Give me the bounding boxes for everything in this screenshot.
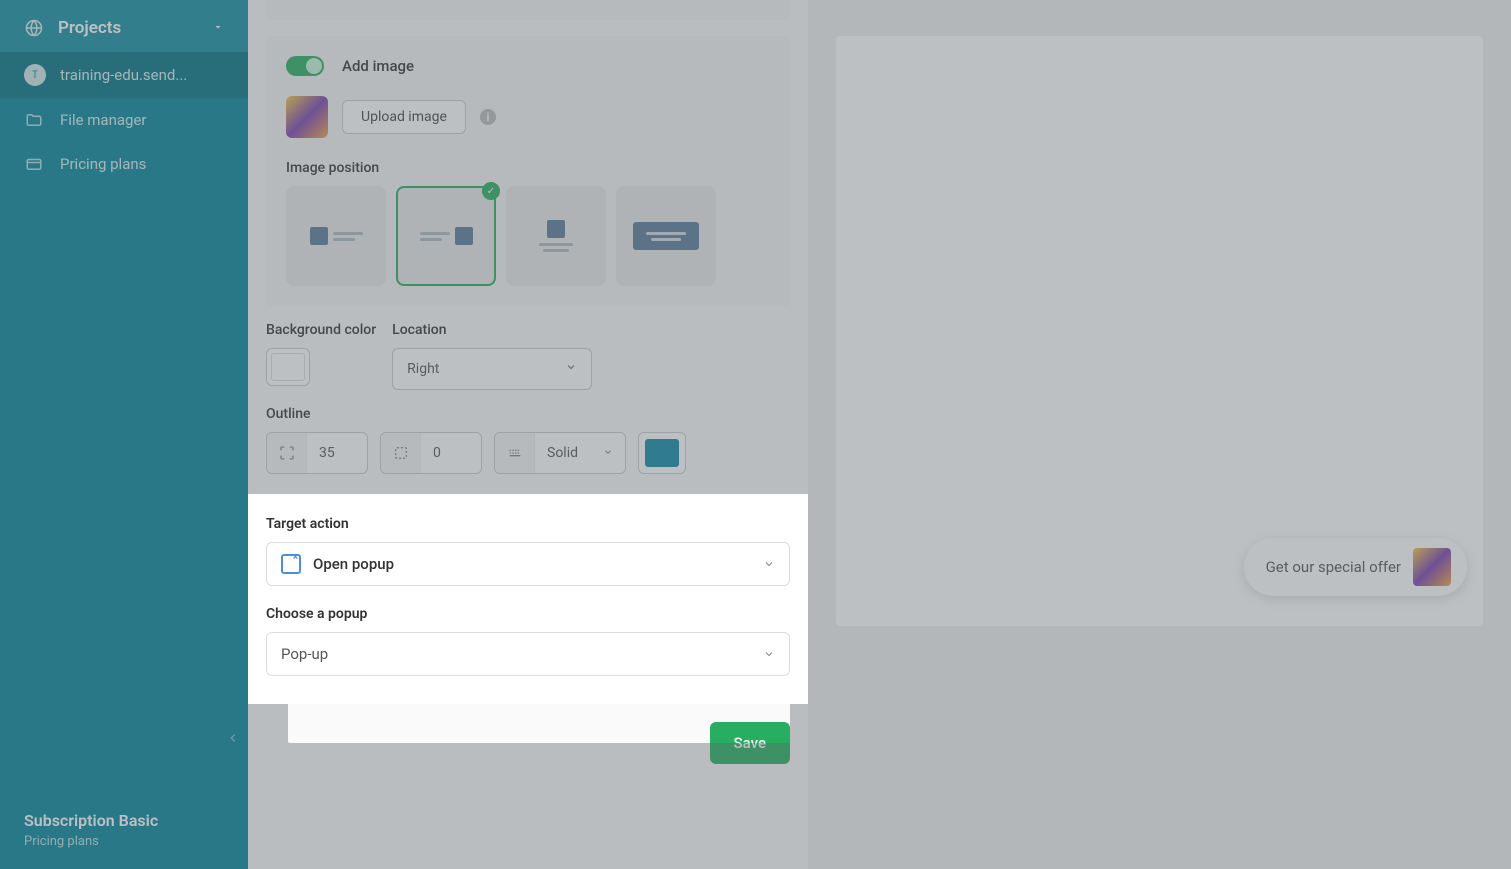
floating-offer-button[interactable]: Get our special offer: [1244, 538, 1467, 596]
target-action-section: Target action Open popup Choose a popup …: [248, 494, 808, 704]
pricing-label: Pricing plans: [60, 155, 146, 173]
bg-color-picker[interactable]: [266, 348, 310, 386]
main: Add image Upload image i Image position: [248, 0, 1511, 869]
sidebar-item-file-manager[interactable]: File manager: [0, 98, 248, 142]
target-action-value: Open popup: [313, 555, 394, 573]
check-icon: ✓: [482, 182, 500, 200]
avatar: T: [24, 64, 46, 86]
bg-color-label: Background color: [266, 322, 376, 338]
border-style-select[interactable]: Solid: [494, 432, 626, 474]
account-label: training-edu.send...: [60, 66, 187, 84]
float-text: Get our special offer: [1266, 558, 1401, 576]
position-label: Image position: [286, 160, 770, 176]
file-manager-label: File manager: [60, 111, 146, 129]
chevron-down-icon: [565, 361, 577, 377]
outline-color-swatch: [645, 439, 679, 467]
sidebar-plan[interactable]: Subscription Basic Pricing plans: [0, 793, 248, 869]
add-image-label: Add image: [342, 57, 414, 75]
radius-value: 35: [307, 433, 367, 473]
width-value: 0: [421, 433, 481, 473]
collapse-sidebar-button[interactable]: [226, 730, 240, 749]
sidebar-item-pricing[interactable]: Pricing plans: [0, 142, 248, 186]
position-option-center[interactable]: [506, 186, 606, 286]
preview-canvas: Get our special offer: [836, 36, 1483, 626]
plan-link: Pricing plans: [24, 834, 224, 849]
sidebar-account-item[interactable]: T training-edu.send...: [0, 52, 248, 98]
chevron-down-icon: [763, 645, 775, 664]
add-image-toggle[interactable]: [286, 56, 324, 76]
choose-popup-value: Pop-up: [281, 645, 328, 663]
target-action-select[interactable]: Open popup: [266, 542, 790, 586]
sidebar-projects[interactable]: Projects: [0, 0, 248, 52]
outline-label: Outline: [266, 406, 790, 422]
info-icon[interactable]: i: [480, 109, 496, 125]
chevron-down-icon: [763, 555, 775, 574]
plan-name: Subscription Basic: [24, 811, 224, 830]
location-label: Location: [392, 322, 790, 338]
preview-column: Get our special offer: [808, 0, 1511, 869]
save-button[interactable]: Save: [710, 722, 790, 764]
gift-icon: [1413, 548, 1451, 586]
location-select[interactable]: Right: [392, 348, 592, 390]
position-option-right[interactable]: ✓: [396, 186, 496, 286]
chevron-down-icon: [212, 18, 224, 38]
position-option-left[interactable]: [286, 186, 386, 286]
image-panel: Add image Upload image i Image position: [266, 36, 790, 306]
position-option-background[interactable]: [616, 186, 716, 286]
location-value: Right: [407, 361, 439, 377]
border-style-icon: [495, 433, 535, 473]
editor-column: Add image Upload image i Image position: [248, 0, 808, 869]
upload-image-button[interactable]: Upload image: [342, 100, 466, 134]
projects-label: Projects: [58, 18, 121, 38]
card-icon: [24, 154, 44, 174]
chevron-down-icon: [603, 445, 613, 461]
outline-color-picker[interactable]: [638, 432, 686, 474]
border-radius-input[interactable]: 35: [266, 432, 368, 474]
image-thumbnail[interactable]: [286, 96, 328, 138]
folder-icon: [24, 110, 44, 130]
border-width-input[interactable]: 0: [380, 432, 482, 474]
choose-popup-label: Choose a popup: [266, 606, 790, 622]
sidebar: Projects T training-edu.send... File man…: [0, 0, 248, 869]
border-width-icon: [381, 433, 421, 473]
target-action-label: Target action: [266, 516, 790, 532]
style-value: Solid: [547, 445, 578, 461]
globe-icon: [24, 18, 44, 38]
popup-icon: [281, 554, 301, 574]
radius-icon: [267, 433, 307, 473]
choose-popup-select[interactable]: Pop-up: [266, 632, 790, 676]
